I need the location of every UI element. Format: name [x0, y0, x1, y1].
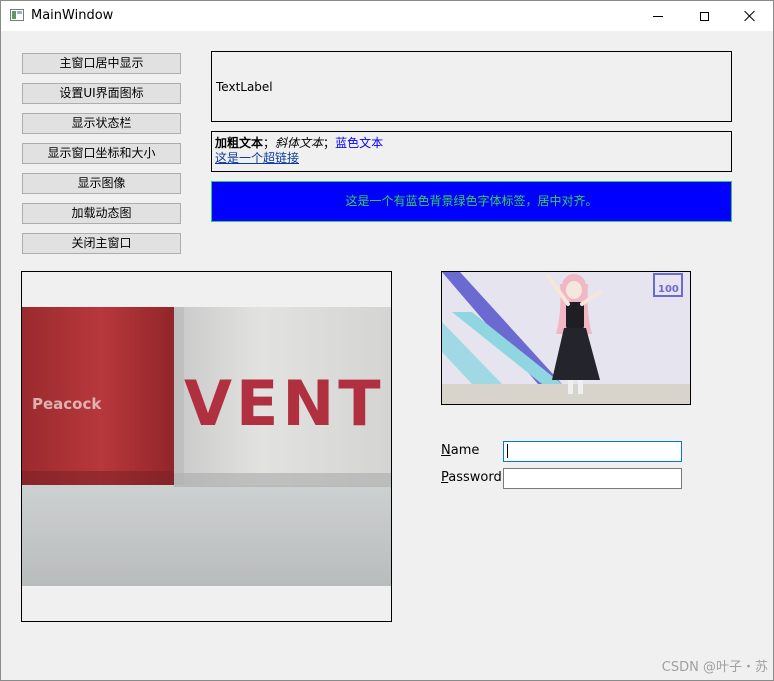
mug-brand-text: Peacock — [32, 395, 102, 413]
mug-print-text: VENT — [184, 367, 385, 440]
load-gif-button[interactable]: 加载动态图 — [22, 203, 181, 224]
text-label-box: TextLabel — [211, 51, 732, 122]
rich-text-label: 加粗文本；斜体文本；蓝色文本 这是一个超链接 — [211, 131, 732, 172]
hyperlink[interactable]: 这是一个超链接 — [215, 151, 299, 165]
name-label: Name — [441, 443, 479, 458]
set-icon-button[interactable]: 设置UI界面图标 — [22, 83, 181, 104]
animated-gif-label: 100 — [441, 271, 691, 405]
image-label: Peacock VENT — [21, 271, 392, 622]
password-label: Password — [441, 470, 502, 485]
watermark: CSDN @叶子・苏 — [661, 660, 768, 675]
styled-label: 这是一个有蓝色背景绿色字体标签，居中对齐。 — [211, 181, 732, 222]
minimize-icon — [653, 15, 663, 17]
close-main-window-button[interactable]: 关闭主窗口 — [22, 233, 181, 254]
name-label-rest: ame — [450, 443, 480, 458]
show-image-button[interactable]: 显示图像 — [22, 173, 181, 194]
password-input[interactable] — [503, 468, 682, 489]
separator: ； — [263, 136, 276, 150]
sign-text: 100 — [658, 284, 679, 295]
dancing-character-image: 100 — [442, 272, 690, 404]
mug-photo: Peacock VENT — [22, 307, 391, 586]
name-input[interactable] — [503, 441, 682, 462]
bold-text: 加粗文本 — [215, 136, 264, 150]
separator: ； — [323, 136, 336, 150]
italic-text: 斜体文本 — [275, 136, 324, 150]
close-button[interactable] — [727, 1, 773, 31]
close-icon — [744, 10, 756, 22]
password-label-rest: assword — [448, 470, 502, 485]
name-mnemonic: N — [441, 443, 451, 458]
show-statusbar-button[interactable]: 显示状态栏 — [22, 113, 181, 134]
minimize-button[interactable] — [635, 1, 681, 31]
app-window-icon — [10, 9, 24, 21]
text-caret — [507, 444, 508, 458]
center-window-button[interactable]: 主窗口居中显示 — [22, 53, 181, 74]
maximize-icon — [699, 11, 709, 21]
text-label: TextLabel — [216, 80, 273, 94]
window-title: MainWindow — [31, 8, 114, 23]
title-bar[interactable]: MainWindow — [1, 1, 773, 31]
blue-text: 蓝色文本 — [335, 136, 384, 150]
show-geometry-button[interactable]: 显示窗口坐标和大小 — [22, 143, 181, 164]
maximize-button[interactable] — [681, 1, 727, 31]
